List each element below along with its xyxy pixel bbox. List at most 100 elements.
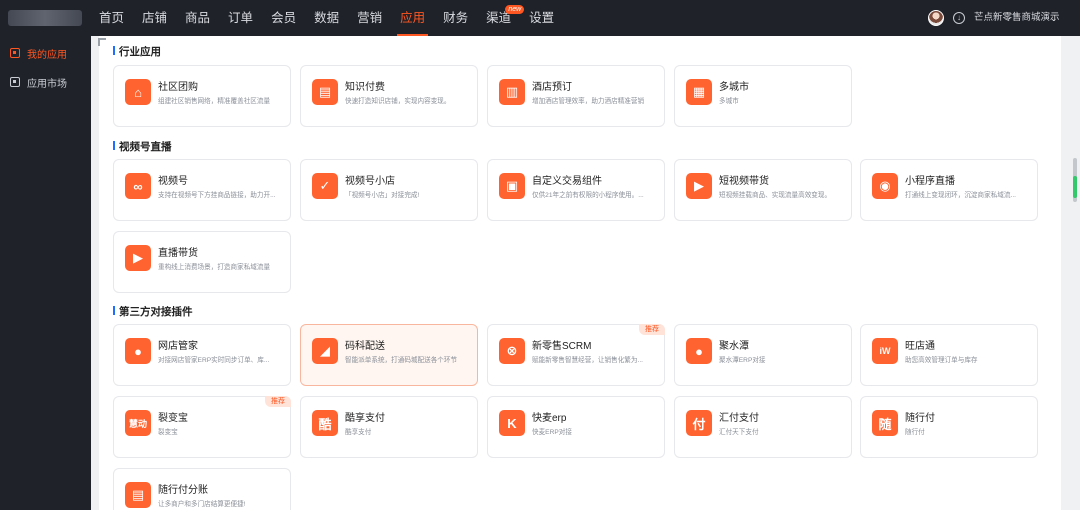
app-card[interactable]: K 快麦erp 快麦ERP对接 [487, 396, 665, 458]
sidebar-item-0[interactable]: 我的应用 [0, 40, 91, 66]
app-card-title: 短视频带货 [719, 176, 769, 187]
app-card[interactable]: ◉ 小程序直播 打通线上变现闭环，沉淀商家私域流... [860, 159, 1038, 221]
nav-item-10[interactable]: 设置 [520, 0, 563, 36]
app-card[interactable]: 酷酷享支付 酷享支付 [300, 396, 478, 458]
main-nav: 首页 店铺 商品 订单 会员 数据 营销 应用 财务 渠道 new 设置 [90, 0, 563, 36]
nav-item-label: 设置 [529, 11, 555, 25]
app-card[interactable]: ▤ 知识付费快速打造知识店铺，实现内容变现。 [300, 65, 478, 127]
download-icon[interactable]: ↓ [953, 12, 965, 24]
main-content: 行业应用 视频号直播 第三方对接插件 ⌂ 社区团购 组建社区销售网络，精准覆盖社区流量 ▤ 知… [91, 36, 1080, 510]
app-card-description: 快麦ERP对接 [532, 429, 572, 436]
app-card-description: 多城市 [719, 98, 739, 105]
app-card[interactable]: ⊗ 新零售SCRM 赋能新零售智慧经营，让销售化繁为... 推荐 [487, 324, 665, 386]
app-card-title: 聚水潭 [719, 341, 749, 352]
buildings-icon: ▦ [686, 79, 712, 105]
app-card-title: 自定义交易组件 [532, 176, 602, 187]
app-card-title: 知识付费 [345, 82, 385, 93]
split-bill-icon: ▤ [125, 482, 151, 508]
app-card[interactable]: ▣ 自定义交易组件 仅供21年之前有权限的小程序使用。... [487, 159, 665, 221]
app-card[interactable]: ◢ 码科配送 智能派单系统，打通码城配送各个环节 [300, 324, 478, 386]
app-card[interactable]: 随随行付 随行付 [860, 396, 1038, 458]
app-card-description: 助您高效管理订单与库存 [905, 357, 978, 364]
nav-item-2[interactable]: 商品 [176, 0, 219, 36]
sidebar-item-1[interactable]: 应用市场 [0, 69, 91, 95]
nav-item-label: 财务 [443, 11, 469, 25]
app-card[interactable]: ● 聚水潭聚水潭ERP对接 [674, 324, 852, 386]
user-avatar[interactable] [928, 10, 944, 26]
app-card-description: 聚水潭ERP对接 [719, 357, 766, 364]
play-icon: ▶ [686, 173, 712, 199]
app-card[interactable]: ∞ 视频号 支持在视频号下方挂商品链接，助力开... [113, 159, 291, 221]
nav-item-label: 数据 [314, 11, 340, 25]
nav-item-4[interactable]: 会员 [262, 0, 305, 36]
app-card[interactable]: ✓ 视频号小店「视频号小店」对接完成! [300, 159, 478, 221]
recommend-tag: 推荐 [639, 324, 665, 335]
app-card[interactable]: ▶ 直播带货 重构线上消费场景，打造商家私域流量 [113, 231, 291, 293]
app-card-title: 社区团购 [158, 82, 198, 93]
recommend-tag: 推荐 [265, 396, 291, 407]
nav-item-3[interactable]: 订单 [219, 0, 262, 36]
app-card[interactable]: ● 网店管家 对接网店管家ERP实时同步订单、库... [113, 324, 291, 386]
collapse-corner-icon[interactable] [98, 38, 106, 46]
app-card-title: 随行付 [905, 413, 935, 424]
app-card-description: 重构线上消费场景，打造商家私域流量 [158, 264, 271, 271]
section-title: 视频号直播 [113, 139, 172, 154]
nav-item-label: 会员 [271, 11, 297, 25]
nav-item-1[interactable]: 店铺 [133, 0, 176, 36]
app-card[interactable]: ▤ 随行付分账 让多商户和多门店结算更便捷! [113, 468, 291, 510]
app-card-description: 随行付 [905, 429, 925, 436]
app-card[interactable]: ▥ 酒店预订 增加酒店管理效率，助力酒店精准营销 [487, 65, 665, 127]
nav-item-8[interactable]: 财务 [434, 0, 477, 36]
sidebar: 我的应用 应用市场 [0, 36, 91, 510]
liebian-logo-icon: 慧动 [125, 410, 151, 436]
app-card-title: 直播带货 [158, 248, 198, 259]
app-card-title: 裂变宝 [158, 413, 188, 424]
app-card-description: 快速打造知识店铺，实现内容变现。 [345, 98, 451, 105]
app-card[interactable]: iW 旺店通 助您高效管理订单与库存 [860, 324, 1038, 386]
section-title: 行业应用 [113, 44, 161, 59]
app-card-description: 组建社区销售网络，精准覆盖社区流量 [158, 98, 271, 105]
nav-item-6[interactable]: 营销 [348, 0, 391, 36]
app-card-title: 视频号小店 [345, 176, 395, 187]
app-card-description: 「视频号小店」对接完成! [345, 192, 420, 199]
nav-item-5[interactable]: 数据 [305, 0, 348, 36]
app-card[interactable]: ▦ 多城市 多城市 [674, 65, 852, 127]
nav-item-9[interactable]: 渠道 new [477, 0, 525, 36]
scrollbar[interactable] [1071, 36, 1077, 510]
app-card-title: 汇付支付 [719, 413, 759, 424]
shop-bag-icon: ✓ [312, 173, 338, 199]
section-title: 第三方对接插件 [113, 304, 193, 319]
kuxiang-logo-icon: 酷 [312, 410, 338, 436]
store-name[interactable]: 芒点新零售商城演示 [974, 0, 1060, 36]
app-market-icon [10, 77, 20, 87]
nav-item-0[interactable]: 首页 [90, 0, 133, 36]
app-card-description: 汇付天下支付 [719, 429, 759, 436]
app-card-description: 增加酒店管理效率，助力酒店精准营销 [532, 98, 645, 105]
link-icon: ⊗ [499, 338, 525, 364]
brand-logo[interactable] [8, 10, 82, 26]
app-card-title: 酒店预订 [532, 82, 572, 93]
nav-item-label: 营销 [357, 11, 383, 25]
nav-item-7[interactable]: 应用 [391, 0, 434, 36]
app-card-description: 赋能新零售智慧经营，让销售化繁为... [532, 357, 643, 364]
water-drop-icon: ● [686, 338, 712, 364]
suixing-logo-icon: 随 [872, 410, 898, 436]
my-apps-icon [10, 48, 20, 58]
app-card-description: 裂变宝 [158, 429, 178, 436]
app-card[interactable]: ▶ 短视频带货 短视频挂载商品、实现流量高效变现。 [674, 159, 852, 221]
app-card[interactable]: ⌂ 社区团购 组建社区销售网络，精准覆盖社区流量 [113, 65, 291, 127]
app-card[interactable]: 付汇付支付 汇付天下支付 [674, 396, 852, 458]
app-card-description: 仅供21年之前有权限的小程序使用。... [532, 192, 644, 199]
app-card[interactable]: 慧动 裂变宝 裂变宝 推荐 [113, 396, 291, 458]
app-card-title: 视频号 [158, 176, 188, 187]
top-navigation-bar: 首页 店铺 商品 订单 会员 数据 营销 应用 财务 渠道 new 设置 ↓ 芒点新零售商城演示 ⌄ [0, 0, 1080, 36]
apps-panel: 行业应用 视频号直播 第三方对接插件 ⌂ 社区团购 组建社区销售网络，精准覆盖社区流量 ▤ 知… [98, 36, 1061, 510]
nav-item-label: 首页 [99, 11, 125, 25]
nav-item-label: 应用 [400, 11, 426, 25]
sidebar-item-label: 我的应用 [27, 49, 67, 61]
app-card-title: 快麦erp [532, 413, 567, 424]
document-icon: ▤ [312, 79, 338, 105]
chevron-down-icon[interactable]: ⌄ [1050, 0, 1058, 36]
app-card-title: 随行付分账 [158, 485, 208, 496]
video-account-icon: ∞ [125, 173, 151, 199]
